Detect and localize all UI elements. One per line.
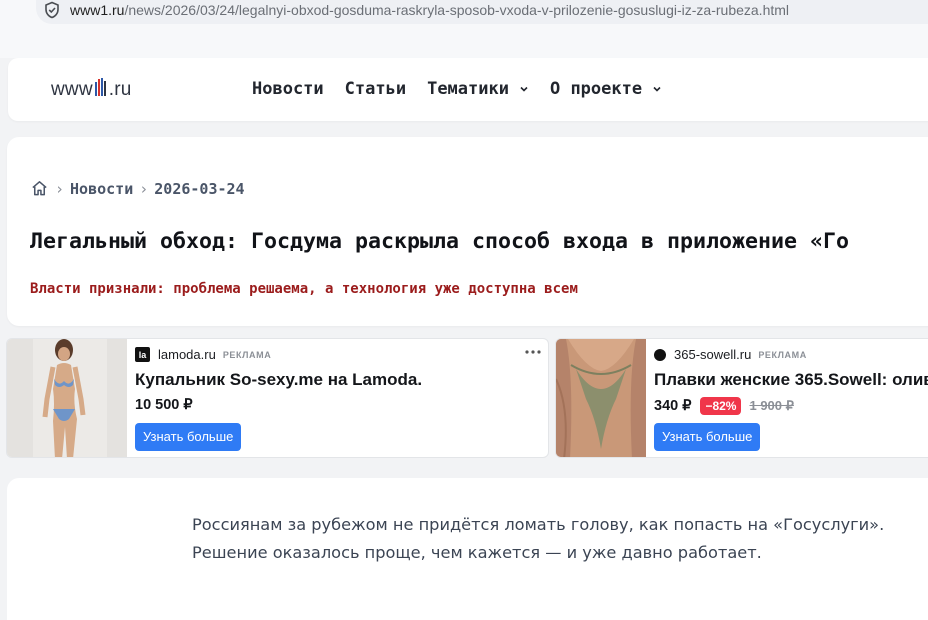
breadcrumb-separator-icon: › [139,179,149,198]
nav-item-label: О проекте [549,79,643,99]
ad-title[interactable]: Купальник So-sexy.me на Lamoda. [135,370,422,390]
learn-more-button[interactable]: Узнать больше [654,423,761,451]
breadcrumb-date[interactable]: 2026-03-24 [154,180,244,198]
url-text[interactable]: www1.ru/news/2026/03/24/legalnyi-obxod-g… [70,2,789,18]
site-header: www .ru Новости Статьи Тематики О проект… [8,58,928,121]
page-title: Легальный обход: Госдума раскрыла способ… [30,229,850,254]
site-logo[interactable]: www .ru [51,78,132,101]
learn-more-button[interactable]: Узнать больше [135,423,242,451]
ad-label: РЕКЛАМА [222,349,272,360]
lamoda-logo-icon: la [135,347,150,362]
browser-address-bar: www1.ru/news/2026/03/24/legalnyi-obxod-g… [0,0,928,58]
nav-item-about[interactable]: О проекте [550,79,662,99]
ad-card-lamoda[interactable]: la lamoda.ru РЕКЛАМА Купальник So-sexy.m… [6,338,549,458]
ad-source[interactable]: la lamoda.ru РЕКЛАМА [135,347,271,362]
discount-badge: −82% [700,397,742,415]
url-host: www1.ru [70,2,125,18]
nav-item-label: Тематики [427,79,509,99]
sowell-logo-icon [654,348,666,361]
article-body: Россиянам за рубежом не придётся ломать … [7,478,928,620]
logo-text-prefix: www [51,79,93,100]
breadcrumb-separator-icon: › [55,179,65,198]
logo-mark-icon [93,78,109,96]
chevron-down-icon [653,86,661,92]
ad-price-row: 340 ₽ −82% 1 900 ₽ [654,397,794,415]
ad-price: 10 500 ₽ [135,397,193,413]
logo-text-suffix: .ru [108,79,132,100]
ad-old-price: 1 900 ₽ [749,398,794,413]
url-path: /news/2026/03/24/legalnyi-obxod-gosduma-… [124,2,790,18]
nav-item-articles[interactable]: Статьи [345,79,406,99]
ad-label: РЕКЛАМА [758,349,807,360]
breadcrumb-news[interactable]: Новости [70,180,133,198]
nav-item-label: Статьи [344,79,407,99]
home-icon[interactable] [30,179,49,198]
article-subtitle: Власти признали: проблема решаема, а тех… [30,281,578,297]
breadcrumb: › Новости › 2026-03-24 [30,179,245,198]
ad-product-image [556,339,646,457]
main-nav: Новости Статьи Тематики О проекте [252,79,683,99]
nav-item-topics[interactable]: Тематики [427,79,529,99]
ad-card-sowell[interactable]: 365-sowell.ru РЕКЛАМА Плавки женские 365… [555,338,928,458]
ad-title[interactable]: Плавки женские 365.Sowell: оливк [654,370,928,390]
ad-source-domain: 365-sowell.ru [674,347,752,362]
nav-item-news[interactable]: Новости [252,79,324,99]
tune-icon[interactable] [43,1,61,19]
ad-product-image [7,339,127,457]
chevron-down-icon [520,86,528,92]
ad-source-domain: lamoda.ru [158,347,216,362]
article-lead: Россиянам за рубежом не придётся ломать … [192,515,885,562]
ad-source[interactable]: 365-sowell.ru РЕКЛАМА [654,347,807,362]
more-options-icon[interactable] [524,347,542,357]
article-header: › Новости › 2026-03-24 Легальный обход: … [7,137,928,326]
ad-price-row: 10 500 ₽ [135,397,193,413]
ad-price: 340 ₽ [654,398,692,414]
nav-item-label: Новости [252,79,324,99]
